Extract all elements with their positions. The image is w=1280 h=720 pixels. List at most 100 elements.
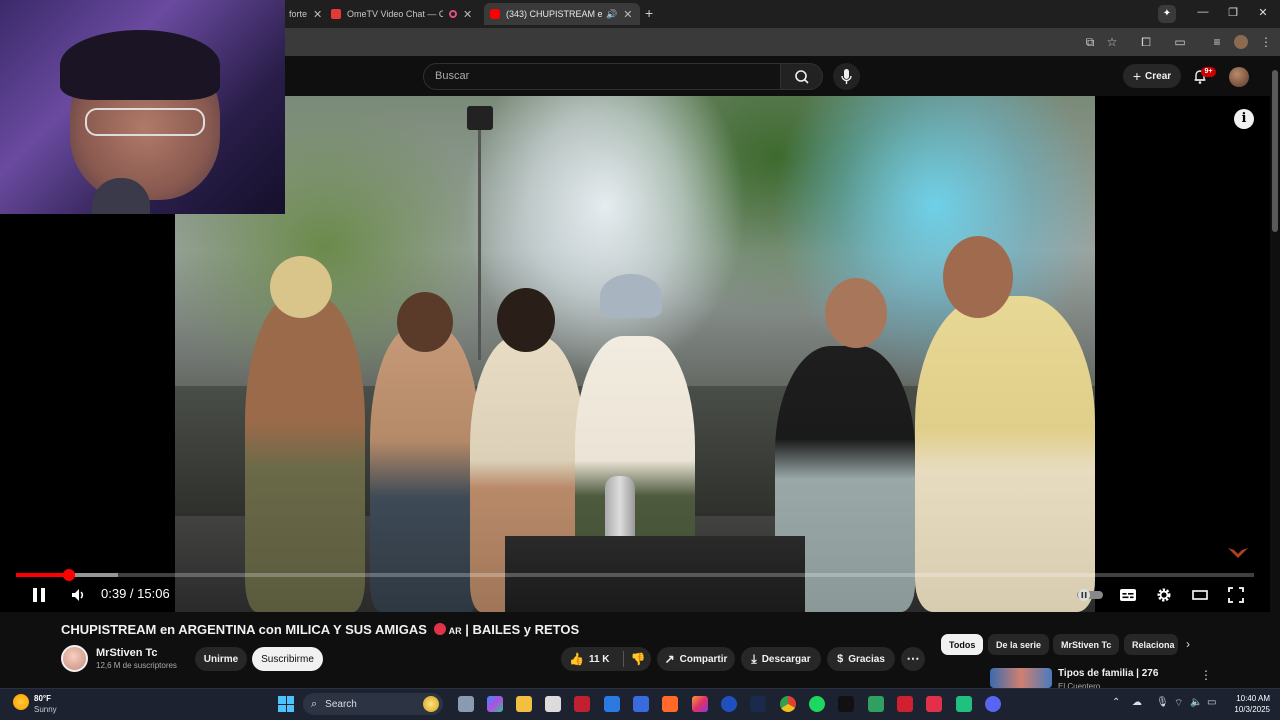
taskbar-search[interactable]: ⌕ Search xyxy=(303,693,443,715)
thanks-icon: $ xyxy=(837,653,844,665)
tab-ometv[interactable]: OmeTV Video Chat — Ome ✕ xyxy=(325,3,480,25)
subtitles-icon xyxy=(1120,589,1136,601)
tray-chevron-icon[interactable]: ⌃ xyxy=(1112,697,1120,708)
subscribe-button[interactable]: Suscribirme xyxy=(252,647,323,671)
share-button[interactable]: ↗ Compartir xyxy=(657,647,735,671)
ometv-favicon-icon xyxy=(331,9,341,19)
search-button[interactable] xyxy=(781,63,823,90)
close-window-icon[interactable]: ✕ xyxy=(1255,6,1271,19)
channel-name[interactable]: MrStiven Tc xyxy=(96,647,158,659)
dropbox-icon[interactable] xyxy=(604,696,620,712)
join-button[interactable]: Unirme xyxy=(195,647,247,671)
wifi-icon[interactable]: ⌔ xyxy=(1174,697,1183,710)
search-icon: ⌕ xyxy=(311,697,318,710)
channel-avatar[interactable] xyxy=(61,645,88,672)
subtitles-button[interactable] xyxy=(1118,585,1138,605)
like-dislike-group: 👍 11 K 👎 xyxy=(561,647,651,671)
store-icon[interactable] xyxy=(545,696,561,712)
like-count[interactable]: 11 K xyxy=(589,654,610,665)
new-tab-button[interactable]: + xyxy=(645,5,653,21)
scrollbar-thumb[interactable] xyxy=(1272,70,1278,232)
editor-icon[interactable] xyxy=(633,696,649,712)
fullscreen-icon xyxy=(1228,587,1244,603)
chevron-right-icon[interactable]: › xyxy=(1186,637,1190,651)
spotify-icon[interactable] xyxy=(809,696,825,712)
speaker-tray-icon[interactable]: 🔈 xyxy=(1190,697,1202,708)
recommended-title[interactable]: Tipos de familia | 276 xyxy=(1058,668,1158,679)
thumbs-up-icon[interactable]: 👍 xyxy=(569,652,584,666)
recommended-menu-icon[interactable]: ⋮ xyxy=(1200,668,1212,682)
maximize-icon[interactable]: ❐ xyxy=(1225,6,1241,19)
voice-search-button[interactable] xyxy=(833,63,860,90)
chip-series[interactable]: De la serie xyxy=(988,634,1050,655)
app-orange-icon[interactable] xyxy=(662,696,678,712)
studio-lamp xyxy=(467,106,493,130)
windows-start-icon[interactable] xyxy=(278,696,294,712)
chrome-icon[interactable] xyxy=(780,696,796,712)
subscriber-count: 12,6 M de suscriptores xyxy=(96,661,177,670)
info-icon[interactable]: i xyxy=(1234,109,1254,129)
autoplay-toggle[interactable] xyxy=(1076,585,1104,605)
battery-icon[interactable]: ▭ xyxy=(1207,697,1216,708)
app-pink-icon[interactable] xyxy=(926,696,942,712)
split-view-icon[interactable]: ▭ xyxy=(1172,34,1188,50)
gemini-sparkle-icon[interactable]: ✦ xyxy=(1158,5,1176,23)
video-frame[interactable] xyxy=(175,96,1095,612)
progress-bar[interactable] xyxy=(16,573,1254,577)
file-explorer-icon[interactable] xyxy=(516,696,532,712)
person-6 xyxy=(915,296,1095,612)
close-tab-icon[interactable]: ✕ xyxy=(623,8,632,21)
fullscreen-button[interactable] xyxy=(1226,585,1246,605)
app-red-icon[interactable] xyxy=(897,696,913,712)
cast-icon[interactable]: ⧉ xyxy=(1082,34,1098,50)
tab-forte[interactable]: forte ✕ xyxy=(283,3,325,25)
tab-chupistream[interactable]: (343) CHUPISTREAM en AR 🔊 ✕ xyxy=(484,3,640,25)
discord-icon[interactable] xyxy=(985,696,1001,712)
person-6-head xyxy=(943,236,1013,318)
recommended-thumbnail[interactable] xyxy=(990,668,1052,688)
extensions-icon[interactable]: ⧠ xyxy=(1138,34,1154,50)
media-controls-icon[interactable]: ≡ xyxy=(1209,34,1225,50)
audio-playing-icon[interactable]: 🔊 xyxy=(606,9,617,20)
weather-temperature[interactable]: 80°F xyxy=(34,694,51,703)
app-teal-icon[interactable] xyxy=(956,696,972,712)
thanks-button[interactable]: $ Gracias xyxy=(827,647,895,671)
clock-time[interactable]: 10:40 AM xyxy=(1226,694,1270,703)
weather-condition[interactable]: Sunny xyxy=(34,705,57,714)
profile-icon[interactable] xyxy=(1234,35,1248,49)
volume-button[interactable] xyxy=(68,585,88,605)
duration: 15:06 xyxy=(137,586,170,601)
download-button[interactable]: ⤓ Descargar xyxy=(741,647,821,671)
browser-menu-icon[interactable]: ⋮ xyxy=(1258,34,1274,50)
steam-icon[interactable] xyxy=(750,696,766,712)
volume-icon xyxy=(72,589,84,601)
pause-button[interactable] xyxy=(29,585,49,605)
app-green-icon[interactable] xyxy=(868,696,884,712)
account-avatar[interactable] xyxy=(1229,67,1249,87)
mic-tray-icon[interactable]: 🎙 xyxy=(1156,697,1169,708)
search-input[interactable]: Buscar xyxy=(423,63,781,90)
chip-channel[interactable]: MrStiven Tc xyxy=(1053,634,1120,655)
bookmark-star-icon[interactable]: ☆ xyxy=(1104,34,1120,50)
more-actions-icon[interactable]: ⋯ xyxy=(901,647,925,671)
copilot-icon[interactable] xyxy=(487,696,503,712)
close-tab-icon[interactable]: ✕ xyxy=(463,8,472,21)
task-view-icon[interactable] xyxy=(458,696,474,712)
create-button[interactable]: + Crear xyxy=(1123,64,1181,88)
video-title-text: CHUPISTREAM en ARGENTINA con MILICA Y SU… xyxy=(61,622,427,637)
channel-watermark-icon[interactable] xyxy=(1226,546,1250,560)
tiktok-icon[interactable] xyxy=(838,696,854,712)
chip-related[interactable]: Relaciona xyxy=(1124,634,1178,655)
sun-weather-icon[interactable] xyxy=(13,694,29,710)
messenger-icon[interactable] xyxy=(721,696,737,712)
antivirus-icon[interactable] xyxy=(574,696,590,712)
instagram-icon[interactable] xyxy=(692,696,708,712)
thumbs-down-icon[interactable]: 👎 xyxy=(631,652,646,666)
chip-all[interactable]: Todos xyxy=(941,634,984,655)
clock-date[interactable]: 10/3/2025 xyxy=(1226,705,1270,714)
settings-button[interactable] xyxy=(1154,585,1174,605)
cloud-icon[interactable]: ☁ xyxy=(1132,697,1142,708)
minimize-icon[interactable]: — xyxy=(1195,6,1211,18)
theater-mode-button[interactable] xyxy=(1190,585,1210,605)
close-tab-icon[interactable]: ✕ xyxy=(313,8,322,21)
